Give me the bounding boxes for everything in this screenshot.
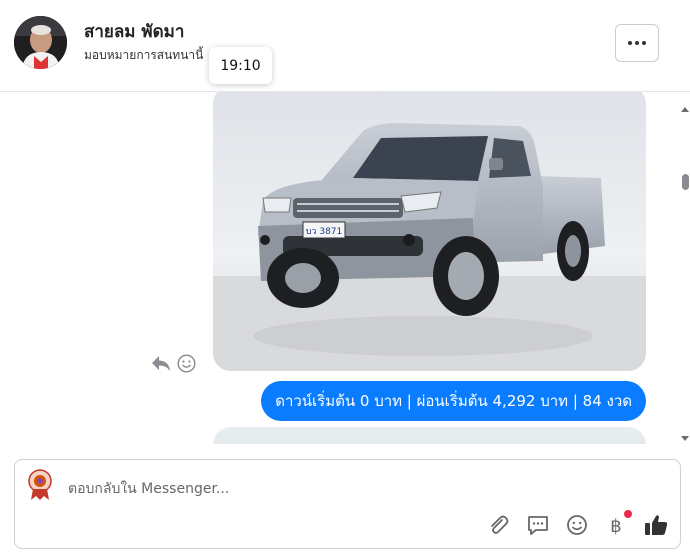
scrollbar-thumb[interactable] [682, 174, 689, 190]
timestamp-tooltip: 19:10 [209, 47, 272, 84]
page-avatar-icon [26, 469, 54, 501]
contact-avatar[interactable] [14, 16, 67, 69]
more-horizontal-icon [627, 41, 648, 45]
like-icon[interactable] [643, 512, 669, 538]
react-smile-icon[interactable] [177, 354, 196, 373]
reply-composer: ตอบกลับใน Messenger... ฿ [14, 459, 681, 549]
next-image-message[interactable] [213, 427, 646, 444]
license-plate-text: บว 3871 [306, 227, 343, 237]
saved-replies-icon[interactable] [525, 512, 551, 538]
scroll-down-arrow-icon[interactable] [680, 428, 690, 441]
scroll-up-arrow-icon[interactable] [680, 100, 690, 112]
svg-text:฿: ฿ [610, 516, 621, 537]
attach-icon[interactable] [485, 512, 511, 538]
truck-image-message[interactable]: บว 3871 [213, 92, 646, 371]
reply-icon[interactable] [150, 353, 172, 373]
more-options-button[interactable] [615, 24, 659, 62]
contact-name[interactable]: สายลม พัดมา [84, 18, 184, 45]
price-message-bubble[interactable]: ดาวน์เริ่มต้น 0 บาท | ผ่อนเริ่มต้น 4,292… [261, 381, 646, 421]
chat-header: สายลม พัดมา มอบหมายการสนทนานี้ [0, 0, 690, 92]
emoji-icon[interactable] [564, 512, 590, 538]
reply-input[interactable]: ตอบกลับใน Messenger... [68, 478, 229, 500]
assign-conversation-text[interactable]: มอบหมายการสนทนานี้ [84, 46, 212, 65]
message-list: บว 3871 ดาวน์เริ่มต้น 0 บาท | ผ่อนเริ่มต… [0, 92, 690, 444]
notification-badge-icon [624, 510, 632, 518]
messenger-chat-panel: สายลม พัดมา มอบหมายการสนทนานี้ 19:10 บว … [0, 0, 690, 557]
